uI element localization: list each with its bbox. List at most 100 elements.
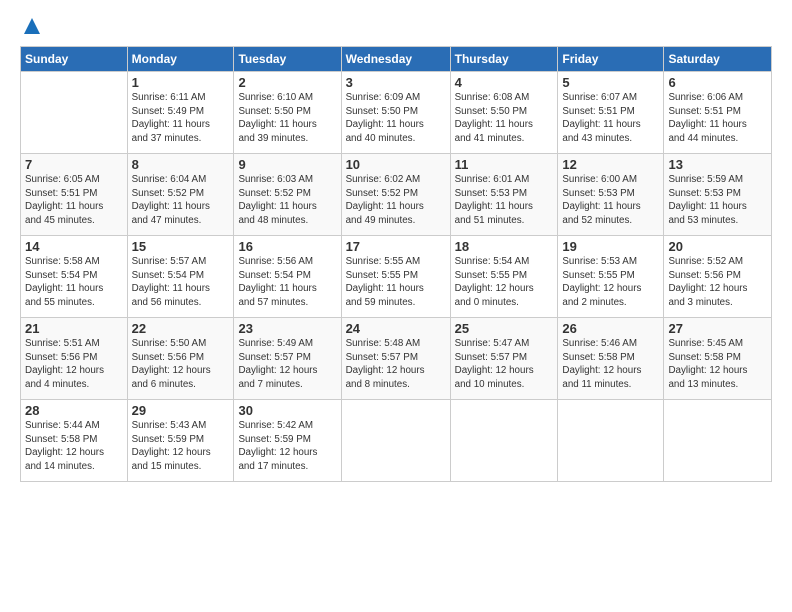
day-info: Sunrise: 5:43 AM Sunset: 5:59 PM Dayligh… [132,419,230,474]
day-number: 3 [346,75,446,90]
day-info: Sunrise: 5:56 AM Sunset: 5:54 PM Dayligh… [238,255,336,310]
day-number: 6 [668,75,767,90]
page: SundayMondayTuesdayWednesdayThursdayFrid… [0,0,792,612]
day-info: Sunrise: 5:59 AM Sunset: 5:53 PM Dayligh… [668,173,767,228]
calendar-cell [558,400,664,482]
day-header-tuesday: Tuesday [234,47,341,72]
day-info: Sunrise: 5:50 AM Sunset: 5:56 PM Dayligh… [132,337,230,392]
calendar-header-row: SundayMondayTuesdayWednesdayThursdayFrid… [21,47,772,72]
day-info: Sunrise: 6:08 AM Sunset: 5:50 PM Dayligh… [455,91,554,146]
calendar-cell: 10Sunrise: 6:02 AM Sunset: 5:52 PM Dayli… [341,154,450,236]
day-info: Sunrise: 6:03 AM Sunset: 5:52 PM Dayligh… [238,173,336,228]
day-number: 9 [238,157,336,172]
day-number: 18 [455,239,554,254]
calendar-cell: 4Sunrise: 6:08 AM Sunset: 5:50 PM Daylig… [450,72,558,154]
day-number: 1 [132,75,230,90]
day-info: Sunrise: 5:44 AM Sunset: 5:58 PM Dayligh… [25,419,123,474]
day-info: Sunrise: 6:01 AM Sunset: 5:53 PM Dayligh… [455,173,554,228]
calendar-cell: 5Sunrise: 6:07 AM Sunset: 5:51 PM Daylig… [558,72,664,154]
day-info: Sunrise: 6:06 AM Sunset: 5:51 PM Dayligh… [668,91,767,146]
day-number: 11 [455,157,554,172]
calendar-cell: 3Sunrise: 6:09 AM Sunset: 5:50 PM Daylig… [341,72,450,154]
day-number: 19 [562,239,659,254]
day-number: 28 [25,403,123,418]
day-header-thursday: Thursday [450,47,558,72]
day-number: 21 [25,321,123,336]
calendar-cell: 19Sunrise: 5:53 AM Sunset: 5:55 PM Dayli… [558,236,664,318]
logo-icon [22,16,42,36]
calendar-cell: 23Sunrise: 5:49 AM Sunset: 5:57 PM Dayli… [234,318,341,400]
day-number: 22 [132,321,230,336]
day-info: Sunrise: 6:02 AM Sunset: 5:52 PM Dayligh… [346,173,446,228]
calendar-cell: 21Sunrise: 5:51 AM Sunset: 5:56 PM Dayli… [21,318,128,400]
day-number: 23 [238,321,336,336]
day-number: 17 [346,239,446,254]
day-header-monday: Monday [127,47,234,72]
calendar-cell [450,400,558,482]
day-number: 7 [25,157,123,172]
day-header-sunday: Sunday [21,47,128,72]
calendar-cell: 27Sunrise: 5:45 AM Sunset: 5:58 PM Dayli… [664,318,772,400]
day-number: 20 [668,239,767,254]
day-info: Sunrise: 6:10 AM Sunset: 5:50 PM Dayligh… [238,91,336,146]
day-info: Sunrise: 5:47 AM Sunset: 5:57 PM Dayligh… [455,337,554,392]
day-info: Sunrise: 6:11 AM Sunset: 5:49 PM Dayligh… [132,91,230,146]
day-number: 24 [346,321,446,336]
day-header-wednesday: Wednesday [341,47,450,72]
day-number: 26 [562,321,659,336]
week-row-5: 28Sunrise: 5:44 AM Sunset: 5:58 PM Dayli… [21,400,772,482]
day-info: Sunrise: 6:05 AM Sunset: 5:51 PM Dayligh… [25,173,123,228]
day-info: Sunrise: 5:58 AM Sunset: 5:54 PM Dayligh… [25,255,123,310]
day-info: Sunrise: 5:42 AM Sunset: 5:59 PM Dayligh… [238,419,336,474]
week-row-2: 7Sunrise: 6:05 AM Sunset: 5:51 PM Daylig… [21,154,772,236]
day-info: Sunrise: 5:55 AM Sunset: 5:55 PM Dayligh… [346,255,446,310]
calendar-cell: 12Sunrise: 6:00 AM Sunset: 5:53 PM Dayli… [558,154,664,236]
day-info: Sunrise: 5:53 AM Sunset: 5:55 PM Dayligh… [562,255,659,310]
calendar-cell: 17Sunrise: 5:55 AM Sunset: 5:55 PM Dayli… [341,236,450,318]
day-info: Sunrise: 5:57 AM Sunset: 5:54 PM Dayligh… [132,255,230,310]
day-info: Sunrise: 5:49 AM Sunset: 5:57 PM Dayligh… [238,337,336,392]
day-number: 5 [562,75,659,90]
day-number: 10 [346,157,446,172]
day-number: 16 [238,239,336,254]
day-number: 12 [562,157,659,172]
day-info: Sunrise: 6:07 AM Sunset: 5:51 PM Dayligh… [562,91,659,146]
calendar-cell: 18Sunrise: 5:54 AM Sunset: 5:55 PM Dayli… [450,236,558,318]
day-info: Sunrise: 5:48 AM Sunset: 5:57 PM Dayligh… [346,337,446,392]
calendar-cell: 16Sunrise: 5:56 AM Sunset: 5:54 PM Dayli… [234,236,341,318]
day-number: 14 [25,239,123,254]
day-number: 15 [132,239,230,254]
logo [20,16,42,36]
calendar-cell: 7Sunrise: 6:05 AM Sunset: 5:51 PM Daylig… [21,154,128,236]
calendar-cell: 13Sunrise: 5:59 AM Sunset: 5:53 PM Dayli… [664,154,772,236]
day-number: 13 [668,157,767,172]
day-number: 2 [238,75,336,90]
day-number: 4 [455,75,554,90]
calendar-cell [341,400,450,482]
calendar-cell: 26Sunrise: 5:46 AM Sunset: 5:58 PM Dayli… [558,318,664,400]
calendar-cell: 22Sunrise: 5:50 AM Sunset: 5:56 PM Dayli… [127,318,234,400]
day-info: Sunrise: 5:52 AM Sunset: 5:56 PM Dayligh… [668,255,767,310]
calendar-cell: 15Sunrise: 5:57 AM Sunset: 5:54 PM Dayli… [127,236,234,318]
day-info: Sunrise: 6:04 AM Sunset: 5:52 PM Dayligh… [132,173,230,228]
calendar-cell: 6Sunrise: 6:06 AM Sunset: 5:51 PM Daylig… [664,72,772,154]
day-number: 25 [455,321,554,336]
calendar-cell [664,400,772,482]
calendar-cell: 8Sunrise: 6:04 AM Sunset: 5:52 PM Daylig… [127,154,234,236]
week-row-3: 14Sunrise: 5:58 AM Sunset: 5:54 PM Dayli… [21,236,772,318]
calendar-table: SundayMondayTuesdayWednesdayThursdayFrid… [20,46,772,482]
day-info: Sunrise: 6:09 AM Sunset: 5:50 PM Dayligh… [346,91,446,146]
calendar-cell: 14Sunrise: 5:58 AM Sunset: 5:54 PM Dayli… [21,236,128,318]
calendar-cell [21,72,128,154]
week-row-1: 1Sunrise: 6:11 AM Sunset: 5:49 PM Daylig… [21,72,772,154]
day-header-saturday: Saturday [664,47,772,72]
calendar-cell: 24Sunrise: 5:48 AM Sunset: 5:57 PM Dayli… [341,318,450,400]
day-number: 29 [132,403,230,418]
day-number: 8 [132,157,230,172]
day-info: Sunrise: 5:54 AM Sunset: 5:55 PM Dayligh… [455,255,554,310]
week-row-4: 21Sunrise: 5:51 AM Sunset: 5:56 PM Dayli… [21,318,772,400]
day-number: 27 [668,321,767,336]
day-info: Sunrise: 5:46 AM Sunset: 5:58 PM Dayligh… [562,337,659,392]
calendar-cell: 25Sunrise: 5:47 AM Sunset: 5:57 PM Dayli… [450,318,558,400]
calendar-cell: 9Sunrise: 6:03 AM Sunset: 5:52 PM Daylig… [234,154,341,236]
